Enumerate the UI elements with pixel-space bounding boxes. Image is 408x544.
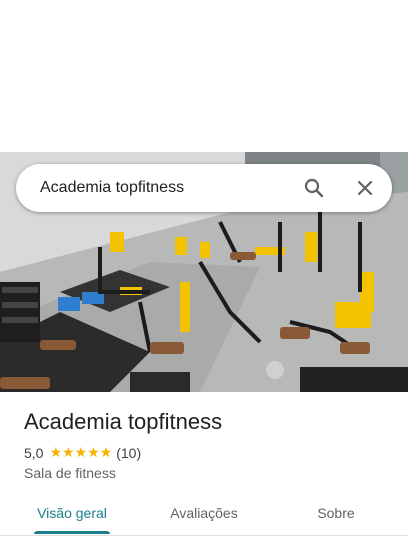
top-blank-area	[0, 0, 408, 152]
close-icon[interactable]	[353, 176, 377, 200]
tab-about[interactable]: Sobre	[286, 495, 386, 535]
place-info-panel: Academia topfitness 5,0 ★★★★★ (10) Sala …	[0, 392, 408, 544]
place-title: Academia topfitness	[24, 409, 223, 434]
place-tabs: Visão geral Avaliações Sobre	[0, 495, 408, 536]
search-input[interactable]: Academia topfitness	[40, 164, 184, 212]
tab-reviews[interactable]: Avaliações	[154, 495, 254, 535]
tab-overview[interactable]: Visão geral	[22, 495, 122, 535]
search-icon[interactable]	[302, 176, 326, 200]
active-tab-indicator	[34, 531, 110, 534]
search-bar[interactable]: Academia topfitness	[16, 164, 392, 212]
place-category[interactable]: Sala de fitness	[24, 465, 116, 481]
rating-stars: ★★★★★	[49, 444, 113, 460]
rating-value: 5,0	[24, 444, 44, 461]
review-count[interactable]: (10)	[116, 445, 141, 461]
rating-row[interactable]: 5,0 ★★★★★ (10)	[24, 444, 141, 461]
